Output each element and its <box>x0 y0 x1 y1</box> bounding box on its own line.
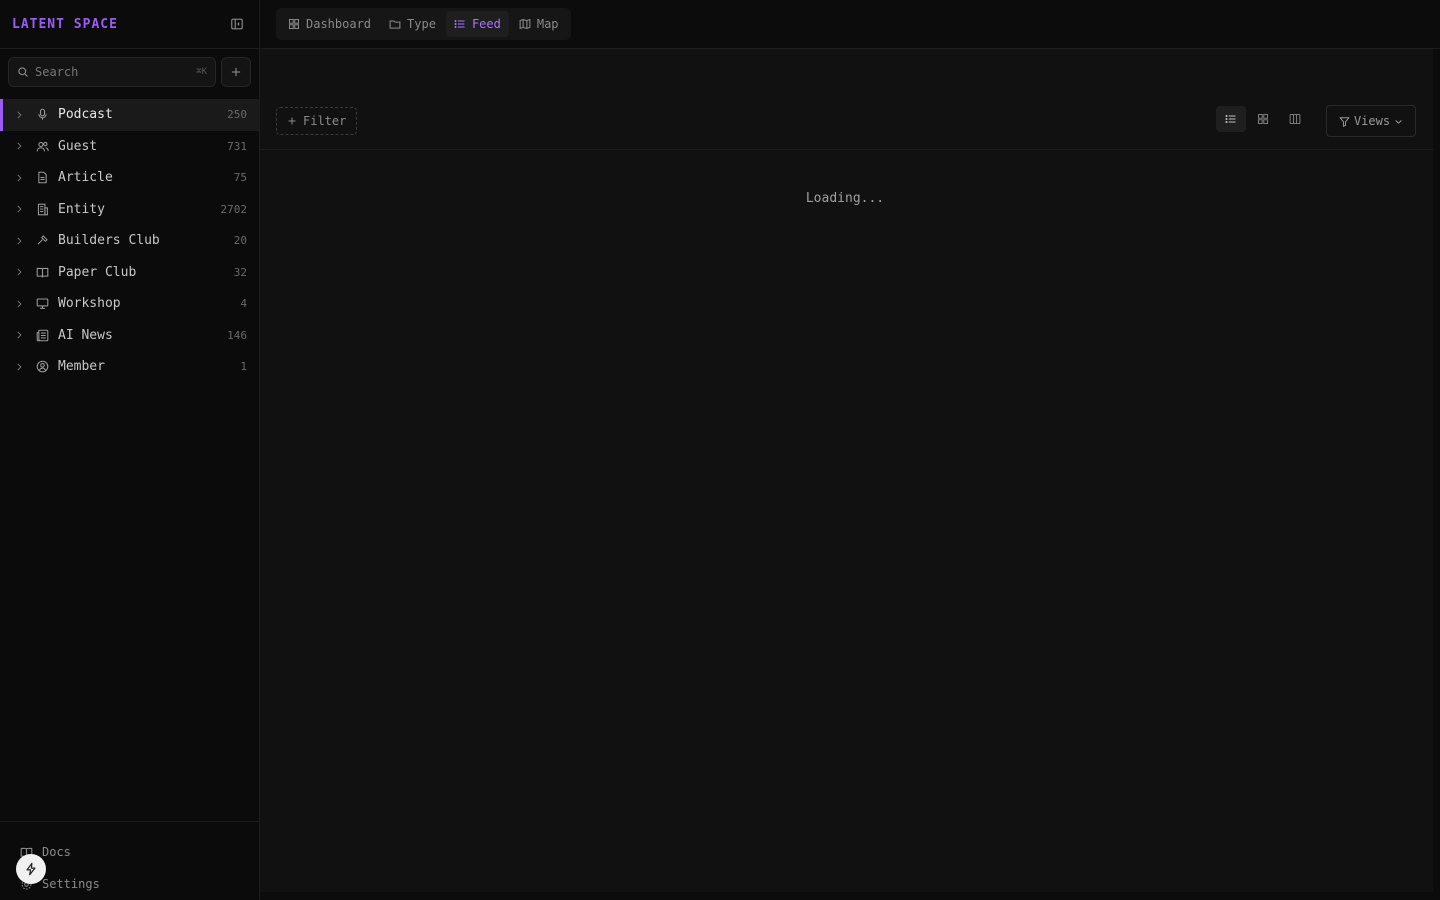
main-content: Filter Views Loading... <box>260 49 1433 892</box>
bottom-edge <box>260 892 1440 900</box>
book-open-icon <box>36 265 50 279</box>
sidebar-item-builders-club[interactable]: Builders Club 20 <box>0 225 259 257</box>
search-box[interactable]: ⌘K <box>8 57 216 87</box>
sidebar-item-count: 32 <box>233 265 247 279</box>
presentation-icon <box>36 297 50 311</box>
brand-row: LATENT SPACE <box>0 0 259 49</box>
views-label: Views <box>1353 114 1391 128</box>
tab-dashboard[interactable]: Dashboard <box>280 11 379 37</box>
tab-label: Map <box>536 17 559 31</box>
sidebar-nav: Podcast 250 Guest 731 Article 75 Entity … <box>0 99 259 383</box>
loading-text: Loading... <box>805 191 885 206</box>
tab-label: Dashboard <box>306 17 372 31</box>
sidebar-item-workshop[interactable]: Workshop 4 <box>0 288 259 320</box>
document-icon <box>36 171 50 185</box>
tab-feed[interactable]: Feed <box>445 11 509 37</box>
tab-map[interactable]: Map <box>511 11 567 37</box>
columns-icon <box>1289 113 1301 125</box>
sidebar-item-podcast[interactable]: Podcast 250 <box>0 99 259 131</box>
newspaper-icon <box>36 328 50 342</box>
map-icon <box>519 18 531 30</box>
sidebar-item-count: 1 <box>240 360 247 374</box>
list-icon <box>1225 113 1237 125</box>
views-dropdown[interactable]: Views <box>1326 105 1416 137</box>
right-edge <box>1433 49 1440 900</box>
sidebar-item-count: 75 <box>233 171 247 185</box>
sidebar-item-paper-club[interactable]: Paper Club 32 <box>0 257 259 289</box>
grid-icon <box>1257 113 1269 125</box>
collapse-sidebar-icon[interactable] <box>229 16 245 32</box>
feed-toolbar: Filter Views <box>260 99 1433 150</box>
chevron-right-icon[interactable] <box>14 109 26 121</box>
sidebar-item-label: AI News <box>58 327 113 343</box>
microphone-icon <box>36 108 50 122</box>
sidebar-item-guest[interactable]: Guest 731 <box>0 131 259 163</box>
sidebar-item-count: 250 <box>227 108 247 122</box>
search-icon <box>17 66 29 78</box>
grid-view-button[interactable] <box>1248 106 1278 132</box>
users-icon <box>36 139 50 153</box>
chevron-right-icon[interactable] <box>14 140 26 152</box>
search-shortcut: ⌘K <box>196 67 207 77</box>
sidebar-item-label: Entity <box>58 201 105 217</box>
settings-label: Settings <box>42 877 100 891</box>
add-button[interactable] <box>221 57 251 87</box>
plus-icon <box>287 116 297 126</box>
docs-label: Docs <box>42 845 71 859</box>
sidebar-item-count: 20 <box>233 234 247 248</box>
sidebar-item-count: 731 <box>227 139 247 153</box>
list-view-button[interactable] <box>1216 106 1246 132</box>
sidebar-item-label: Guest <box>58 138 98 154</box>
sidebar-item-count: 146 <box>227 328 247 342</box>
sidebar-footer: Docs Settings <box>0 821 259 900</box>
tab-label: Type <box>407 17 436 31</box>
top-bar: Dashboard Type Feed Map <box>260 0 1440 49</box>
chevron-right-icon[interactable] <box>14 172 26 184</box>
grid-icon <box>288 18 300 30</box>
folder-icon <box>389 18 401 30</box>
brand-name: LATENT SPACE <box>12 16 118 32</box>
view-tabs: Dashboard Type Feed Map <box>276 8 571 40</box>
sidebar-item-label: Workshop <box>58 296 121 312</box>
sidebar-item-ai-news[interactable]: AI News 146 <box>0 320 259 352</box>
sidebar-item-member[interactable]: Member 1 <box>0 351 259 383</box>
building-icon <box>36 202 50 216</box>
chevron-right-icon[interactable] <box>14 298 26 310</box>
sidebar-item-label: Builders Club <box>58 233 160 249</box>
sidebar-item-article[interactable]: Article 75 <box>0 162 259 194</box>
chevron-right-icon[interactable] <box>14 361 26 373</box>
tab-label: Feed <box>471 17 501 31</box>
sidebar-item-count: 2702 <box>220 202 248 216</box>
filter-label: Filter <box>303 114 347 128</box>
sidebar-item-entity[interactable]: Entity 2702 <box>0 194 259 226</box>
chevron-right-icon[interactable] <box>14 235 26 247</box>
quick-action-button[interactable] <box>16 854 46 884</box>
chevron-right-icon[interactable] <box>14 266 26 278</box>
sidebar-item-label: Podcast <box>58 107 113 123</box>
lightning-icon <box>24 862 38 876</box>
columns-view-button[interactable] <box>1280 106 1310 132</box>
chevron-right-icon[interactable] <box>14 203 26 215</box>
chevron-right-icon[interactable] <box>14 329 26 341</box>
filter-button[interactable]: Filter <box>276 107 358 135</box>
sidebar-item-label: Article <box>58 170 113 186</box>
sidebar: LATENT SPACE ⌘K Podcast 250 G <box>0 0 260 900</box>
sidebar-item-count: 4 <box>240 297 247 311</box>
hammer-icon <box>36 234 50 248</box>
layout-toggle <box>1216 106 1310 132</box>
filter-funnel-icon <box>1339 116 1350 127</box>
plus-icon <box>230 66 242 78</box>
sidebar-item-label: Paper Club <box>58 264 137 280</box>
search-input[interactable] <box>35 65 191 79</box>
chevron-down-icon <box>1394 117 1403 126</box>
sidebar-item-label: Member <box>58 359 105 375</box>
user-circle-icon <box>36 360 50 374</box>
search-row: ⌘K <box>8 57 251 87</box>
tab-type[interactable]: Type <box>381 11 444 37</box>
list-icon <box>454 18 466 30</box>
